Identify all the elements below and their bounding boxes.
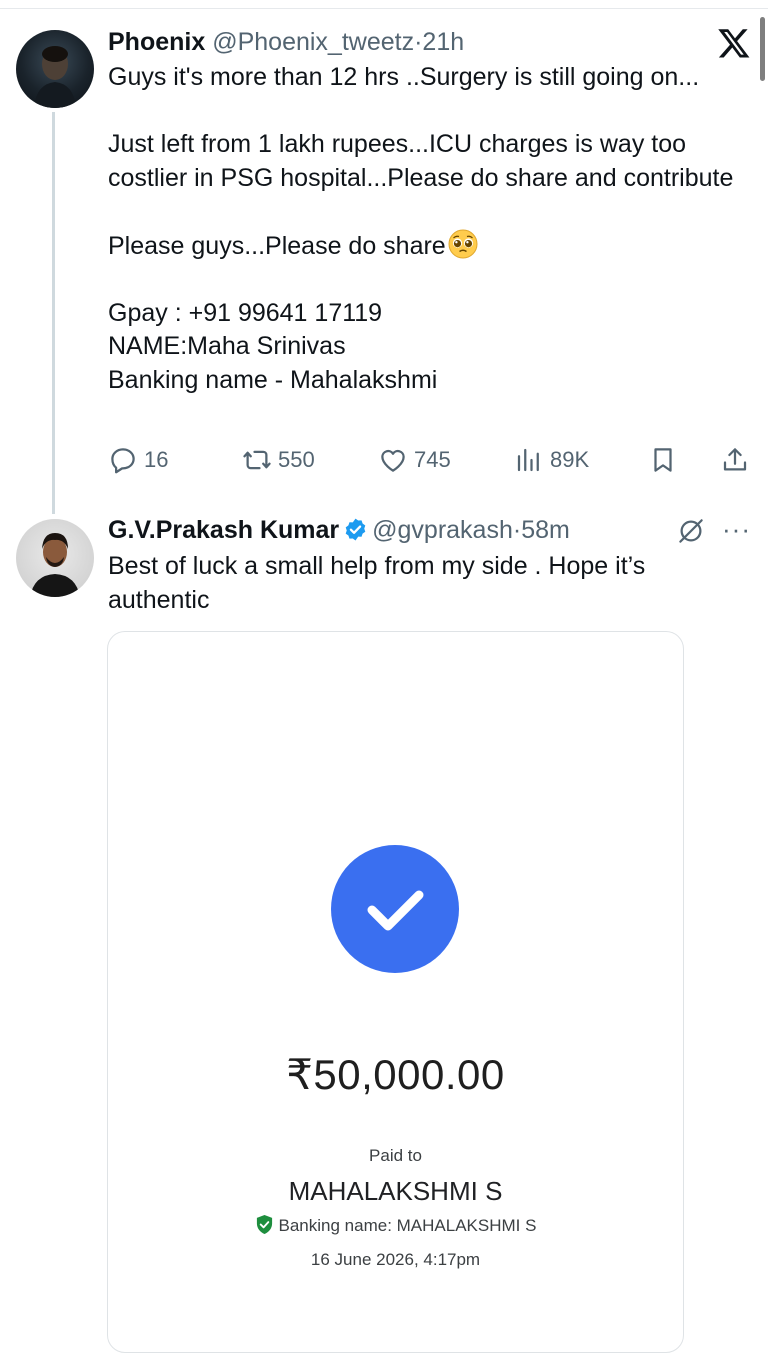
reply-count: 16 [144, 447, 169, 472]
verified-badge-icon [345, 518, 366, 541]
attached-image[interactable] [107, 631, 684, 1353]
payment-details: Gpay : +91 99641 17119 NAME:Maha Sriniva… [108, 297, 748, 398]
tweet-header: G.V.Prakash Kumar @gvprakash·58m [108, 516, 570, 544]
share-button[interactable] [720, 443, 750, 477]
display-name[interactable]: Phoenix [108, 28, 205, 56]
views-button[interactable]: 89K [514, 443, 589, 477]
x-logo-icon[interactable] [717, 26, 751, 60]
views-chart-icon [517, 448, 539, 472]
separator-dot: · [512, 516, 522, 544]
avatar-phoenix[interactable] [16, 30, 94, 108]
checkmark-success-icon [331, 845, 459, 973]
display-name[interactable]: G.V.Prakash Kumar [108, 516, 339, 544]
heart-icon [381, 449, 405, 472]
gpay-line: Gpay : +91 99641 17119 [108, 298, 383, 327]
reply-icon [111, 448, 135, 474]
pleading-face-emoji-icon [448, 229, 478, 258]
share-icon [723, 448, 747, 471]
timestamp[interactable]: 58m [521, 516, 570, 544]
handle[interactable]: @Phoenix_tweetz [212, 28, 414, 56]
payee-name: MAHALAKSHMI S [288, 1176, 503, 1206]
retweet-button[interactable]: 550 [242, 443, 315, 477]
banking-name-row: Banking name: MAHALAKSHMI S [107, 1214, 684, 1236]
tweet-actions: 16 550 745 89K [108, 443, 753, 477]
handle[interactable]: @gvprakash [372, 516, 513, 544]
reply-button[interactable]: 16 [108, 443, 168, 477]
bookmark-icon [654, 448, 672, 472]
banking-name: Banking name: MAHALAKSHMI S [278, 1216, 537, 1235]
like-button[interactable]: 745 [378, 443, 451, 477]
like-count: 745 [414, 447, 451, 472]
tweet-paragraph-share: Please guys...Please do share [108, 229, 748, 264]
tweet-text: Best of luck a small help from my side .… [108, 552, 646, 614]
timestamp[interactable]: 21h [422, 28, 464, 56]
more-options-icon[interactable]: ··· [722, 514, 751, 545]
tweet-line: Guys it's more than 12 hrs ..Surgery is … [108, 63, 700, 91]
retweet-count: 550 [278, 447, 315, 472]
avatar-image [34, 46, 76, 108]
payment-date: 16 June 2026, 4:17pm [310, 1250, 481, 1269]
grok-icon[interactable] [676, 516, 706, 546]
avatar-image [30, 533, 80, 597]
bookmark-button[interactable] [648, 443, 678, 477]
tweet-header: Phoenix @Phoenix_tweetz·21h [108, 28, 464, 56]
tweet-text: Guys it's more than 12 hrs ..Surgery is … [108, 61, 748, 397]
share-text: Please guys...Please do share [108, 231, 446, 260]
retweet-icon [243, 450, 271, 470]
avatar-gvprakash[interactable] [16, 519, 94, 597]
top-divider [0, 8, 768, 9]
payment-amount: ₹50,000.00 [286, 1051, 505, 1098]
paid-to-label: Paid to [369, 1146, 422, 1165]
scrollbar[interactable] [760, 17, 765, 81]
banking-name-line: Banking name - Mahalakshmi [108, 365, 438, 394]
thread-connector-line [52, 112, 55, 514]
name-line: NAME:Maha Srinivas [108, 332, 346, 360]
shield-check-icon [256, 1215, 272, 1234]
views-count: 89K [550, 447, 590, 472]
tweet-paragraph: Just left from 1 lakh rupees...ICU charg… [108, 130, 734, 192]
